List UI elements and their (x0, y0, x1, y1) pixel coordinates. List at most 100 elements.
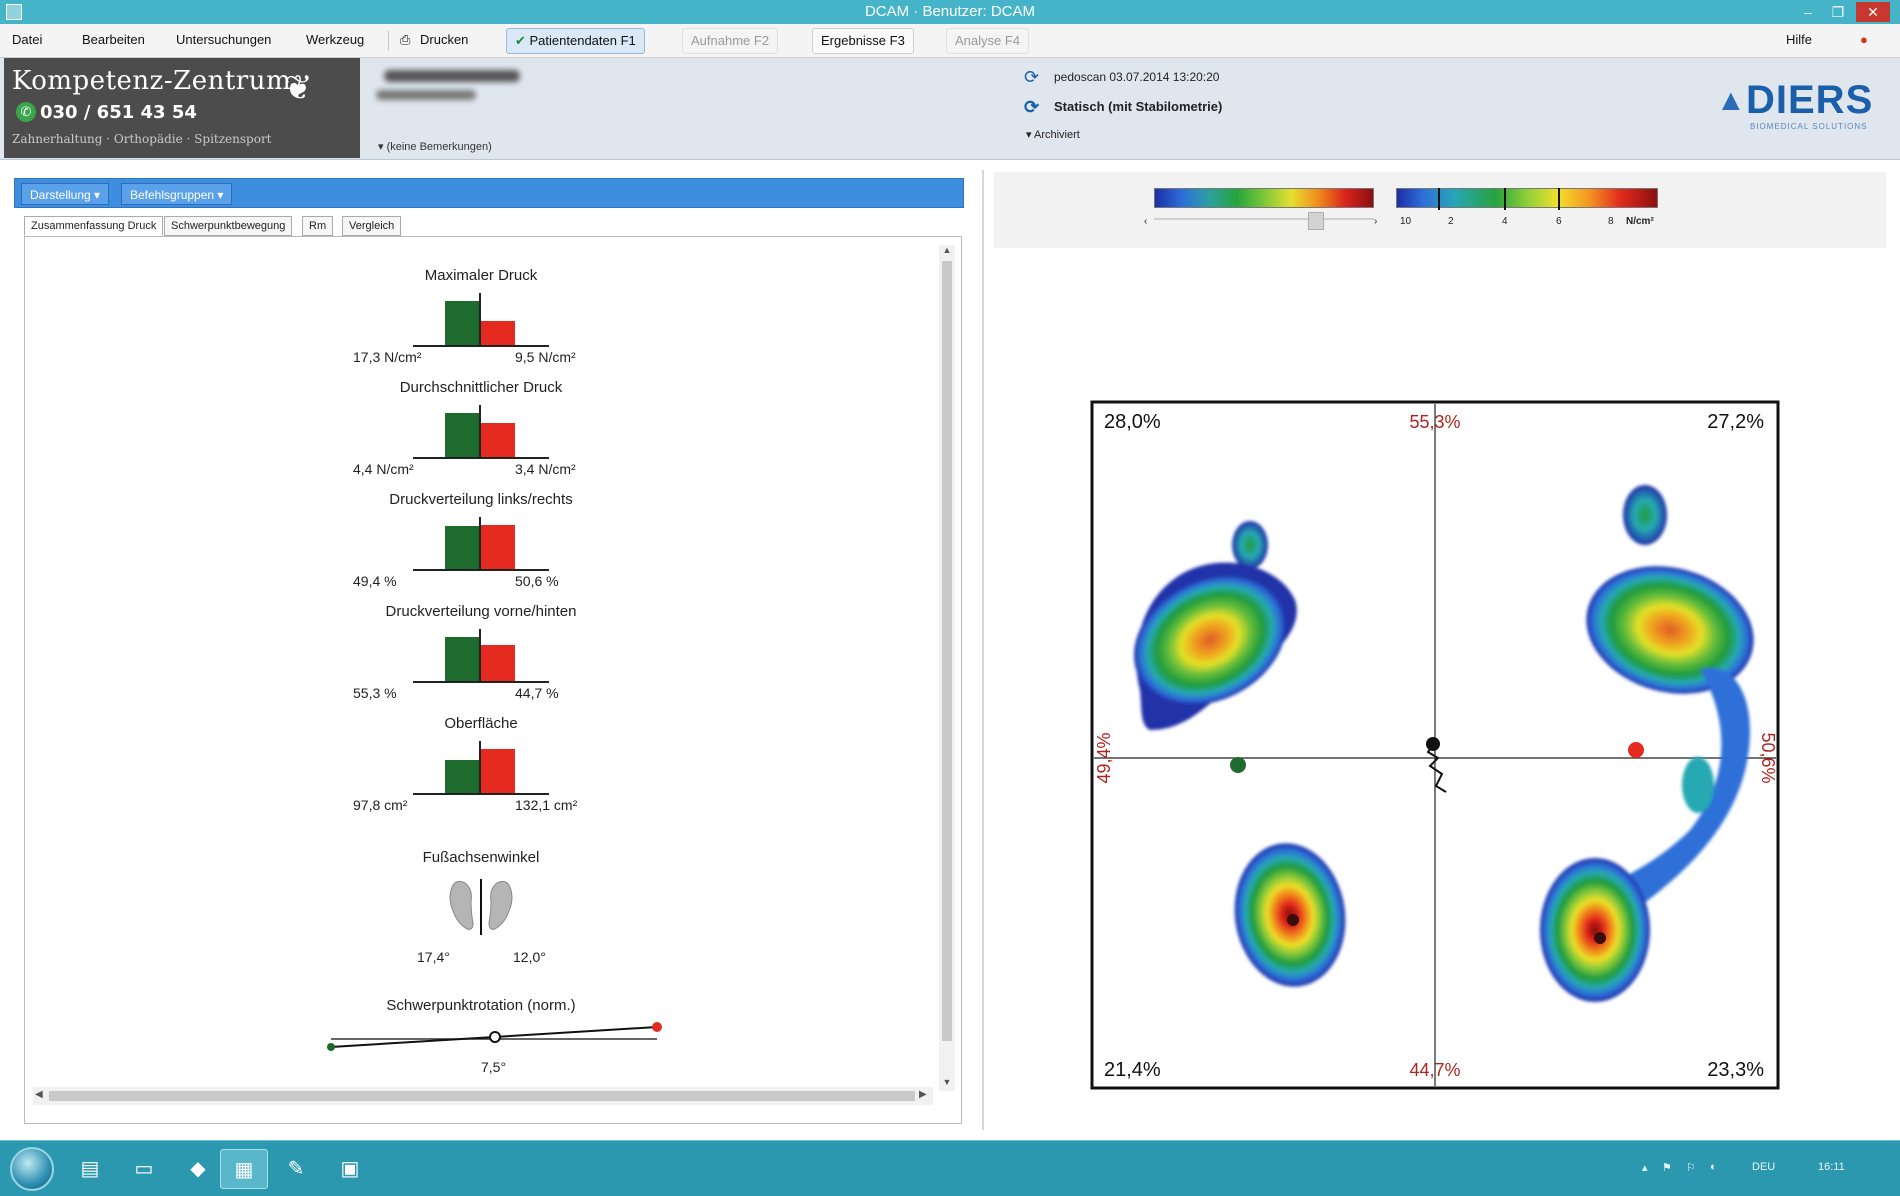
vertical-scrollbar[interactable]: ▲ ▼ (939, 245, 955, 1091)
bar-baseline (413, 681, 549, 683)
scale-marker (1438, 188, 1440, 210)
left-value-label: 55,3 % (353, 685, 397, 701)
left-foot-bar (445, 413, 479, 457)
tab-ergebnisse[interactable]: Ergebnisse F3 (812, 28, 914, 54)
print-icon[interactable]: ⎙ (400, 32, 410, 48)
close-button[interactable]: ✕ (1856, 2, 1890, 22)
stat-title: Durchschnittlicher Druck (399, 379, 563, 396)
scale-right-arrow-icon[interactable]: › (1374, 216, 1377, 227)
left-foot-bar (445, 526, 479, 569)
language-indicator[interactable]: DEU (1752, 1161, 1775, 1173)
scale-tick: 6 (1556, 216, 1562, 227)
cog-rotation-graphic (327, 1022, 662, 1051)
tooth-icon: ❦ (284, 69, 313, 107)
bar-center-line (479, 293, 481, 345)
minimize-button[interactable]: – (1794, 2, 1822, 22)
foot-angle-title: Fußachsenwinkel (422, 849, 540, 866)
menu-datei[interactable]: Datei (12, 32, 42, 47)
left-share-label: 49,4% (1094, 732, 1114, 783)
network-icon[interactable]: ⚑ (1662, 1161, 1672, 1174)
patient-details-blurred (376, 90, 476, 100)
scan-type-row[interactable]: ⟳ Statisch (mit Stabilometrie) (1024, 96, 1222, 126)
menu-werkzeug[interactable]: Werkzeug (306, 32, 364, 47)
front-share-label: 55,3% (1409, 412, 1460, 432)
quadrant-top-right: 27,2% (1707, 411, 1764, 433)
scale-slider-thumb[interactable] (1308, 212, 1324, 230)
help-icon[interactable]: ● (1860, 32, 1868, 47)
left-value-label: 49,4 % (353, 573, 397, 589)
foot-angle-left: 17,4° (417, 949, 450, 965)
scroll-up-arrow-icon[interactable]: ▲ (941, 245, 953, 255)
menu-hilfe[interactable]: Hilfe (1786, 32, 1812, 47)
scale-tick: 8 (1608, 216, 1614, 227)
scan-info: ⟳ pedoscan 03.07.2014 13:20:20 ⟳ Statisc… (1024, 66, 1222, 141)
scale-tick: 2 (1448, 216, 1454, 227)
window-title-bar: DCAM · Benutzer: DCAM – ❐ ✕ (0, 0, 1900, 24)
pressure-map[interactable]: 28,0% 55,3% 27,2% 49,4% 50,6% 21,4% 44,7… (1090, 400, 1780, 1090)
right-foot-bar (481, 321, 515, 345)
menu-bearbeiten[interactable]: Bearbeiten (82, 32, 145, 47)
scrollbar-thumb[interactable] (49, 1091, 915, 1101)
footprint-icon: ⟳ (1024, 67, 1040, 87)
tab-aufnahme[interactable]: Aufnahme F2 (682, 28, 779, 54)
right-share-label: 50,6% (1758, 732, 1778, 783)
stat-title: Oberfläche (444, 715, 518, 732)
right-value-label: 9,5 N/cm² (515, 349, 576, 365)
box-icon[interactable]: ▣ (326, 1149, 374, 1189)
cog-rotation-title: Schwerpunktrotation (norm.) (386, 997, 576, 1014)
tab-schwerpunktbewegung[interactable]: Schwerpunktbewegung (164, 216, 293, 236)
right-value-label: 44,7 % (515, 685, 559, 701)
remarks-text: (keine Bemerkungen) (386, 141, 492, 153)
taskbar: ▤ ▭ ◆ ▦ ✎ ▣ ▴ ⚑ ⚐ ◐ DEU 16:11 (0, 1140, 1900, 1196)
befehlsgruppen-dropdown[interactable]: Befehlsgruppen ▾ (121, 183, 233, 205)
scan-date-row[interactable]: ⟳ pedoscan 03.07.2014 13:20:20 (1024, 66, 1222, 96)
archive-text: Archiviert (1033, 129, 1080, 141)
scrollbar-thumb[interactable] (942, 261, 952, 1041)
tab-rm[interactable]: Rm (302, 216, 334, 236)
color-legend: ‹ › 10 2 4 6 8 N/cm² (994, 172, 1886, 248)
right-foot-bar (481, 423, 515, 457)
tray-arrow-icon[interactable]: ▴ (1642, 1161, 1648, 1174)
scale-marker (1558, 188, 1560, 210)
left-foot-bar (445, 637, 479, 681)
clock[interactable]: 16:11 (1818, 1161, 1845, 1173)
scale-marker (1504, 188, 1506, 210)
bar-baseline (413, 345, 549, 347)
flag-icon[interactable]: ⚐ (1686, 1161, 1696, 1174)
tab-analyse[interactable]: Analyse F4 (946, 28, 1030, 54)
active-window-icon[interactable]: ▦ (220, 1149, 268, 1189)
window-title: DCAM · Benutzer: DCAM (864, 3, 1036, 20)
scroll-down-arrow-icon[interactable]: ▼ (941, 1077, 953, 1087)
darstellung-dropdown[interactable]: Darstellung ▾ (21, 183, 110, 205)
pen-icon[interactable]: ✎ (272, 1149, 320, 1189)
volume-icon[interactable]: ◐ (1710, 1161, 1717, 1173)
scroll-left-arrow-icon[interactable]: ◀ (35, 1089, 43, 1100)
scale-unit: N/cm² (1626, 216, 1654, 227)
diers-subtitle: BIOMEDICAL SOLUTIONS (1750, 122, 1868, 131)
tab-patientendaten[interactable]: ✔ Patientendaten F1 (506, 28, 645, 54)
start-button[interactable] (10, 1147, 54, 1191)
scan-date: pedoscan 03.07.2014 13:20:20 (1054, 70, 1220, 84)
window-icon[interactable]: ▭ (120, 1149, 168, 1189)
tab-zusammenfassung[interactable]: Zusammenfassung Druck (24, 216, 164, 236)
quadrant-top-left: 28,0% (1104, 411, 1161, 433)
folder-icon[interactable]: ▤ (66, 1149, 114, 1189)
shield-icon[interactable]: ◆ (174, 1149, 222, 1189)
archive-toggle[interactable]: ▾ Archiviert (1026, 128, 1080, 141)
left-toe-blob (1232, 521, 1268, 569)
bar-center-line (479, 741, 481, 793)
bar-center-line (479, 405, 481, 457)
menu-untersuchungen[interactable]: Untersuchungen (176, 32, 271, 47)
tab-vergleich[interactable]: Vergleich (342, 216, 402, 236)
maximize-button[interactable]: ❐ (1824, 2, 1852, 22)
color-scale-left (1154, 188, 1374, 208)
scroll-right-arrow-icon[interactable]: ▶ (919, 1089, 927, 1100)
menu-drucken[interactable]: Drucken (420, 32, 468, 47)
horizontal-scrollbar[interactable]: ◀ ▶ (33, 1087, 933, 1105)
scale-tick: 4 (1502, 216, 1508, 227)
scale-left-arrow-icon[interactable]: ‹ (1144, 216, 1147, 227)
scale-slider-track[interactable] (1154, 218, 1374, 220)
remarks-toggle[interactable]: ▾ (keine Bemerkungen) (378, 140, 492, 153)
right-foot-bar (481, 749, 515, 793)
bar-baseline (413, 793, 549, 795)
